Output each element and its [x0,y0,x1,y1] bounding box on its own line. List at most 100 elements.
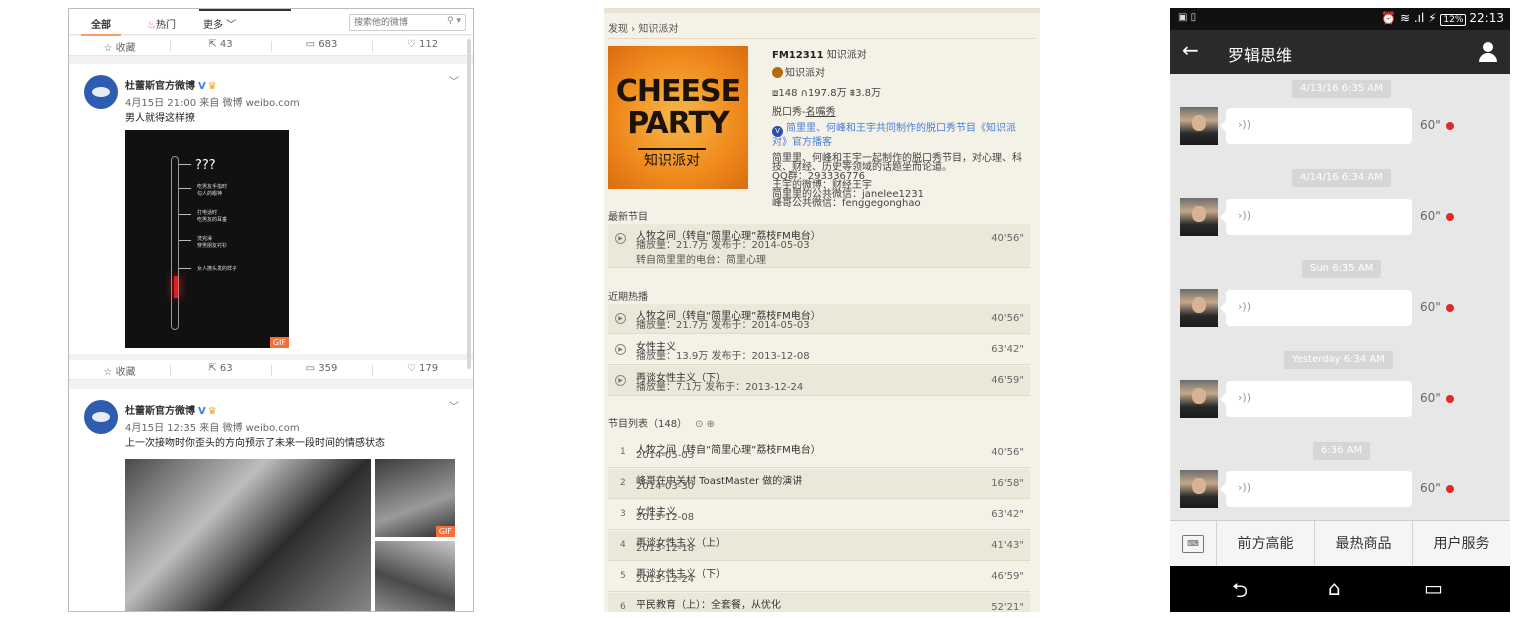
gif-label: 洗完澡 穿男朋友衬衫 [197,236,228,249]
podcast-host[interactable]: 知识派对 [772,64,825,79]
gif-question: ??? [195,158,216,173]
scrollbar[interactable] [467,39,471,369]
repost-button[interactable]: ⇱ 63 [170,363,271,374]
status-notification-icons: ▣ ▯ [1178,12,1197,23]
episode-duration: 63'42" [991,344,1024,355]
episode-number: 4 [620,540,626,550]
nav-back-icon[interactable]: ⮌ [1232,576,1248,610]
like-button[interactable]: ♡ 179 [372,363,473,374]
play-icon[interactable]: ▶ [615,344,626,355]
clock: 22:13 [1469,11,1504,25]
post-author[interactable]: 杜蕾斯官方微博 V ♛ [125,77,217,92]
bottom-menu-bar: ⌨ 前方高能 最热商品 用户服务 [1170,520,1510,567]
avatar[interactable] [1180,107,1218,145]
post-gif[interactable]: ??? 吃男友手指时 勾人的眼神 打电话时 吃男友的耳垂 洗完澡 穿男朋友衬衫 … [125,130,289,348]
verified-icon: V [772,126,783,137]
episode-duration: 40'56" [991,447,1024,458]
gif-label: 打电话时 吃男友的耳垂 [197,210,228,223]
tab-all[interactable]: 全部 [81,13,121,36]
tab-hot[interactable]: ♨热门 [147,16,176,31]
avatar[interactable] [84,400,118,434]
chat-title: 罗辑思维 [1228,46,1293,65]
person-icon[interactable] [1478,42,1498,62]
voice-message[interactable]: ›)) [1220,381,1412,417]
navigation-bar: ⮌ ⌂ ▭ [1170,566,1510,612]
tick [179,164,191,165]
avatar[interactable] [1180,289,1218,327]
divider [608,38,1036,39]
episode-row[interactable]: 6 平民教育（上）：全套餐，从优化 52'21" [608,593,1030,612]
nav-recent-apps-icon[interactable]: ▭ [1424,576,1443,600]
repost-button[interactable]: ⇱ 43 [170,39,271,50]
back-arrow-icon[interactable]: ← [1182,38,1199,62]
tab-more[interactable]: 更多 ﹀ [203,16,236,31]
episode-duration: 63'42" [991,509,1024,520]
chevron-down-icon[interactable]: ﹀ [449,398,459,413]
comment-button[interactable]: ▭ 359 [271,363,372,374]
play-icon[interactable]: ▶ [615,233,626,244]
episode-row[interactable]: 1 人牧之间（转自“简里心理”荔枝FM电台） 2014-05-03 40'56" [608,438,1030,468]
timestamp: 4/13/16 6:35 AM [1292,80,1391,98]
episode-row[interactable]: 2 峰哥在中关村 ToastMaster 做的演讲 2014-03-30 16'… [608,469,1030,499]
post-time[interactable]: 4月15日 12:35 来自 微博 weibo.com [125,419,300,434]
timestamp: 4/14/16 6:34 AM [1292,169,1391,187]
podcast-category: 脱口秀-名嘴秀 [772,107,836,118]
post-time[interactable]: 4月15日 21:00 来自 微博 weibo.com [125,94,300,109]
post-image-thumb[interactable]: GIF [375,459,455,537]
episode-row[interactable]: ▶ 女性主义 播放量：13.9万 发布于：2013-12-08 63'42" [608,335,1030,365]
post-image-thumb[interactable] [375,541,455,611]
crown-icon: ♛ [207,406,217,417]
fm-number: FM12311 [772,50,824,61]
episode-row[interactable]: 5 再谈女性主义（下） 2013-12-24 46'59" [608,562,1030,592]
menu-item-qianfang[interactable]: 前方高能 [1216,521,1314,567]
play-icon[interactable]: ▶ [615,375,626,386]
play-icon[interactable]: ▶ [615,313,626,324]
voice-length: 60" [1420,300,1441,314]
favorite-button[interactable]: ☆ 收藏 [69,363,170,378]
podcast-stats: ⧈148 ∩197.8万 ⩩3.8万 [772,88,881,99]
avatar[interactable] [1180,470,1218,508]
episode-row[interactable]: ▶ 人牧之间（转自“简里心理”荔枝FM电台） 播放量：21.7万 发布于：201… [608,224,1030,268]
episode-row[interactable]: 3 女性主义 2013-12-08 63'42" [608,500,1030,530]
episode-row[interactable]: 4 再谈女性主义（上） 2013-12-18 41'43" [608,531,1030,561]
episode-row[interactable]: ▶ 再谈女性主义（下） 播放量：7.1万 发布于：2013-12-24 46'5… [608,366,1030,396]
search-input[interactable] [350,15,428,30]
menu-item-hot-goods[interactable]: 最热商品 [1314,521,1412,567]
post-image-main[interactable] [125,459,371,611]
voice-wave-icon: ›)) [1238,391,1251,404]
post-author[interactable]: 杜蕾斯官方微博 V ♛ [125,402,217,417]
favorite-button[interactable]: ☆ 收藏 [69,39,170,54]
voice-message[interactable]: ›)) [1220,108,1412,144]
cover-text: PARTY [627,106,729,141]
post-text: 男人就得这样撩 [125,113,195,124]
episode-row[interactable]: ▶ 人牧之间（转自“简里心理”荔枝FM电台） 播放量：21.7万 发布于：201… [608,304,1030,334]
voice-wave-icon: ›)) [1238,300,1251,313]
chevron-down-icon[interactable]: ﹀ [449,73,459,88]
voice-message[interactable]: ›)) [1220,471,1412,507]
avatar[interactable] [1180,380,1218,418]
verified-text[interactable]: 简里里、何峰和王宇共同制作的脱口秀节目《知识派对》官方播客 [772,123,1016,148]
comment-button[interactable]: ▭ 683 [271,39,372,50]
host-avatar-icon [772,67,783,78]
episode-meta: 播放量：7.1万 发布于：2013-12-24 [636,382,804,393]
nav-home-icon[interactable]: ⌂ [1328,576,1341,600]
search-icon[interactable]: ⚲ ▾ [447,16,461,26]
podcast-name: 知识派对 [826,50,867,61]
weibo-tab-bar: 全部 ♨热门 更多 ﹀ ⚲ ▾ [69,9,473,36]
breadcrumb[interactable]: 发现 › 知识派对 [608,20,678,35]
list-control-icons[interactable]: ⊙ ⊕ [695,419,715,430]
tick [179,188,191,189]
avatar[interactable] [84,75,118,109]
unread-dot [1446,213,1454,221]
battery-icon: 12% [1440,14,1467,26]
podcast-panel: 发现 › 知识派对 CHEESE PARTY 知识派对 FM12311 知识派对… [604,8,1040,612]
section-title: 最新节目 [608,212,648,223]
keyboard-icon[interactable]: ⌨ [1182,535,1204,553]
menu-item-user-service[interactable]: 用户服务 [1412,521,1510,567]
podcast-description: 简里里、何峰和王宇一起制作的脱口秀节目，对心理、科 技、财经、历史等领域的话题坐… [772,153,1022,209]
avatar[interactable] [1180,198,1218,236]
category-link[interactable]: 名嘴秀 [806,107,836,118]
like-button[interactable]: ♡ 112 [372,39,473,50]
voice-message[interactable]: ›)) [1220,199,1412,235]
voice-message[interactable]: ›)) [1220,290,1412,326]
